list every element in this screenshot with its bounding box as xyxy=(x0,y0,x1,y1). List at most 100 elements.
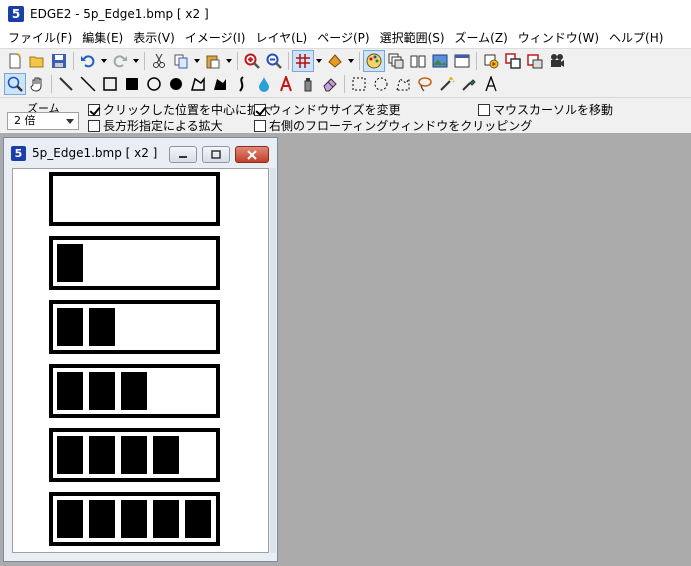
menu-page[interactable]: ページ(P) xyxy=(312,28,374,48)
grid-icon[interactable] xyxy=(292,49,314,72)
menu-window[interactable]: ウィンドウ(W) xyxy=(513,28,604,48)
eyedropper-icon[interactable] xyxy=(458,73,480,95)
scrollbar[interactable] xyxy=(270,168,276,553)
image-frame xyxy=(49,492,220,546)
close-icon xyxy=(247,149,257,160)
redo-dropdown[interactable] xyxy=(131,50,141,72)
maximize-button[interactable] xyxy=(202,146,230,163)
image-bar xyxy=(153,500,179,538)
image-bar xyxy=(121,436,147,474)
rect-zoom-checkbox[interactable]: 長方形指定による拡大 xyxy=(88,117,223,134)
rectangle-icon[interactable] xyxy=(99,73,121,95)
rect-select-icon[interactable] xyxy=(348,73,370,95)
mask-icon[interactable] xyxy=(524,50,546,72)
image-bar xyxy=(89,308,115,346)
image-canvas[interactable] xyxy=(12,168,269,553)
menu-image[interactable]: イメージ(I) xyxy=(180,28,251,48)
undo-icon[interactable] xyxy=(77,50,99,72)
filled-circle-icon[interactable] xyxy=(165,73,187,95)
zoom-tool-icon[interactable] xyxy=(4,73,26,95)
zoom-out-icon[interactable] xyxy=(263,50,285,72)
zoom-select[interactable]: 2 倍 xyxy=(7,112,79,130)
zoom-select-value: 2 倍 xyxy=(14,114,36,127)
image-bar xyxy=(89,436,115,474)
image-bar xyxy=(57,436,83,474)
image-bar xyxy=(185,500,211,538)
lasso-select-icon[interactable] xyxy=(414,73,436,95)
save-icon[interactable] xyxy=(48,50,70,72)
checkbox-box[interactable] xyxy=(478,103,490,116)
line-icon[interactable] xyxy=(77,73,99,95)
layers-icon[interactable] xyxy=(385,50,407,72)
pen-icon[interactable] xyxy=(55,73,77,95)
menu-selection[interactable]: 選択範囲(S) xyxy=(375,28,450,48)
circle-icon[interactable] xyxy=(143,73,165,95)
pages-icon[interactable] xyxy=(407,50,429,72)
zoom-in-icon[interactable] xyxy=(241,50,263,72)
window-resize-checkbox[interactable]: ウィンドウサイズを変更 xyxy=(254,101,401,118)
text-tool-icon[interactable] xyxy=(480,73,502,95)
document-icon: 5 xyxy=(11,145,26,161)
filled-rectangle-icon[interactable] xyxy=(121,73,143,95)
menu-layer[interactable]: レイヤ(L) xyxy=(250,28,312,48)
move-cursor-checkbox[interactable]: マウスカーソルを移動 xyxy=(478,101,613,118)
image-frame xyxy=(49,300,220,354)
fill-dropdown[interactable] xyxy=(346,50,356,72)
undo-dropdown[interactable] xyxy=(99,50,109,72)
menu-file[interactable]: ファイル(F) xyxy=(3,28,77,48)
palette-icon[interactable] xyxy=(363,49,385,72)
image-bar xyxy=(57,372,83,410)
new-file-icon[interactable] xyxy=(4,50,26,72)
polygon-select-icon[interactable] xyxy=(392,73,414,95)
app-icon: 5 xyxy=(8,6,24,22)
fill-bucket-icon[interactable] xyxy=(324,50,346,72)
redo-icon[interactable] xyxy=(109,50,131,72)
copy-dropdown[interactable] xyxy=(192,50,202,72)
ellipse-select-icon[interactable] xyxy=(370,73,392,95)
minimize-icon xyxy=(179,155,187,158)
click-center-checkbox[interactable]: クリックした位置を中心に拡大 xyxy=(88,101,271,118)
window-icon[interactable] xyxy=(451,50,473,72)
menu-help[interactable]: ヘルプ(H) xyxy=(604,28,668,48)
close-button[interactable] xyxy=(235,146,269,163)
camera-icon[interactable] xyxy=(546,50,568,72)
checkbox-box[interactable] xyxy=(254,119,266,132)
hand-tool-icon[interactable] xyxy=(26,73,48,95)
spray-icon[interactable] xyxy=(297,73,319,95)
frame-icon[interactable] xyxy=(502,50,524,72)
checkbox-box[interactable] xyxy=(88,119,100,132)
menu-edit[interactable]: 編集(E) xyxy=(77,28,128,48)
magic-wand-icon[interactable] xyxy=(436,73,458,95)
clip-floating-checkbox[interactable]: 右側のフローティングウィンドウをクリッピング xyxy=(254,117,532,134)
document-titlebar[interactable]: 5 5p_Edge1.bmp [ x2 ] xyxy=(4,138,277,168)
open-folder-icon[interactable] xyxy=(26,50,48,72)
image-frame xyxy=(49,428,220,482)
grid-dropdown[interactable] xyxy=(314,50,324,72)
filled-polygon-icon[interactable] xyxy=(209,73,231,95)
checkbox-label: クリックした位置を中心に拡大 xyxy=(103,103,272,117)
minimize-button[interactable] xyxy=(169,146,197,163)
checkbox-box[interactable] xyxy=(88,103,100,116)
animation-icon[interactable] xyxy=(480,50,502,72)
checkbox-box[interactable] xyxy=(254,103,266,116)
image-bar xyxy=(57,308,83,346)
copy-icon[interactable] xyxy=(170,50,192,72)
image-icon[interactable] xyxy=(429,50,451,72)
curve-icon[interactable] xyxy=(231,73,253,95)
document-title: 5p_Edge1.bmp [ x2 ] xyxy=(32,146,158,160)
checkbox-label: ウィンドウサイズを変更 xyxy=(269,103,401,117)
document-window[interactable]: 5 5p_Edge1.bmp [ x2 ] xyxy=(3,137,278,562)
image-bar xyxy=(57,500,83,538)
eraser-icon[interactable] xyxy=(319,73,341,95)
paste-icon[interactable] xyxy=(202,50,224,72)
text-icon[interactable] xyxy=(275,73,297,95)
polygon-icon[interactable] xyxy=(187,73,209,95)
cut-icon[interactable] xyxy=(148,50,170,72)
menu-zoom[interactable]: ズーム(Z) xyxy=(450,28,513,48)
toolbar-separator xyxy=(359,51,360,70)
drop-fill-icon[interactable] xyxy=(253,73,275,95)
menu-view[interactable]: 表示(V) xyxy=(128,28,180,48)
paste-dropdown[interactable] xyxy=(224,50,234,72)
tool-options-bar: ズーム 2 倍 クリックした位置を中心に拡大 長方形指定による拡大 ウィンドウサ… xyxy=(0,97,691,133)
image-bar xyxy=(57,244,83,282)
